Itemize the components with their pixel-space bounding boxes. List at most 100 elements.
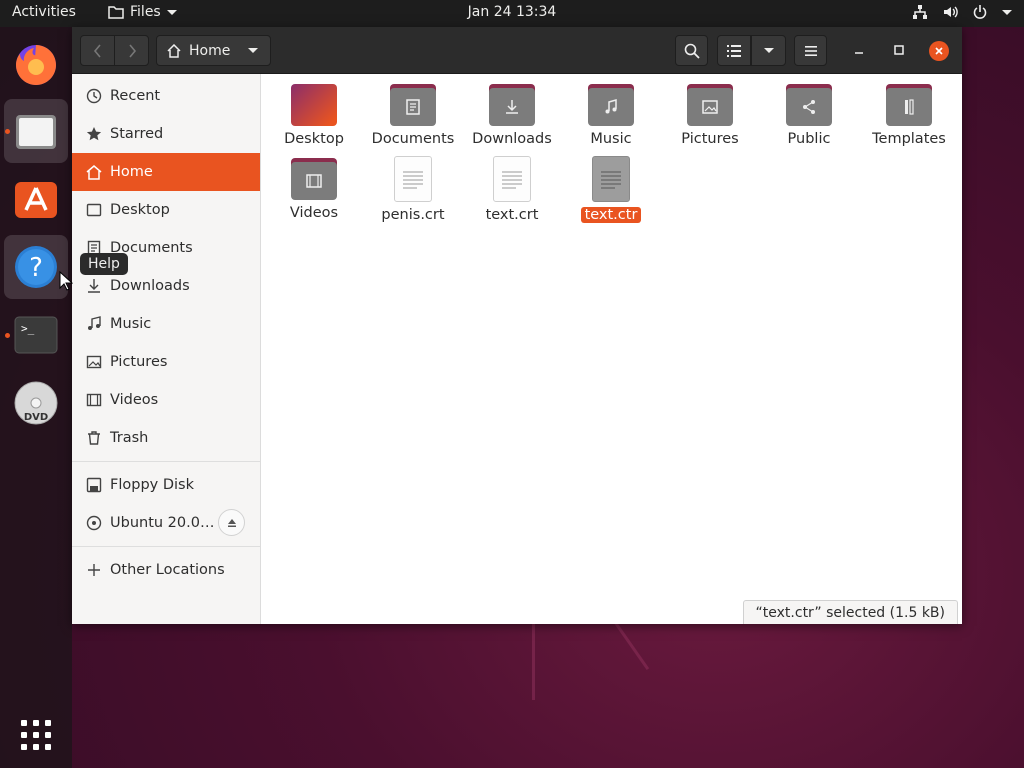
minimize-button[interactable] <box>852 43 866 57</box>
activities-button[interactable]: Activities <box>12 4 76 20</box>
sidebar-item-label: Trash <box>110 430 149 446</box>
file-item-music[interactable]: Music <box>566 84 656 147</box>
chevron-right-icon <box>128 43 136 58</box>
chevron-down-icon <box>763 48 774 53</box>
music-icon <box>85 315 103 333</box>
dock-firefox[interactable] <box>4 31 68 95</box>
text-file-icon <box>493 156 531 202</box>
chevron-down-icon <box>1002 9 1012 15</box>
ubuntu-software-icon <box>15 182 57 218</box>
file-label: penis.crt <box>381 207 445 223</box>
sidebar-item-label: Starred <box>110 126 164 142</box>
sidebar-item-other-locations[interactable]: Other Locations <box>72 551 260 589</box>
file-item-text-crt[interactable]: text.crt <box>467 156 557 223</box>
file-item-pictures[interactable]: Pictures <box>665 84 755 147</box>
file-label: Desktop <box>284 131 344 147</box>
templates-folder-icon <box>886 84 932 126</box>
svg-text:DVD: DVD <box>24 412 48 423</box>
chevron-down-icon <box>166 9 177 15</box>
close-icon <box>935 47 943 55</box>
file-label: Music <box>590 131 632 147</box>
svg-text:>_: >_ <box>21 322 35 335</box>
file-item-downloads[interactable]: Downloads <box>467 84 557 147</box>
files-icon <box>16 115 56 149</box>
volume-icon <box>944 6 958 18</box>
file-item-public[interactable]: Public <box>764 84 854 147</box>
folder-icon <box>108 6 124 19</box>
sidebar-item-desktop[interactable]: Desktop <box>72 191 260 229</box>
power-icon <box>973 5 987 19</box>
back-button[interactable] <box>80 35 115 66</box>
file-item-desktop[interactable]: Desktop <box>269 84 359 147</box>
view-options-button[interactable] <box>751 35 786 66</box>
search-button[interactable] <box>675 35 708 66</box>
system-tray[interactable] <box>912 4 1012 20</box>
music-folder-icon <box>588 84 634 126</box>
dock-tooltip: Help <box>80 253 128 275</box>
path-bar-home[interactable]: Home <box>156 35 271 66</box>
pictures-folder-icon <box>687 84 733 126</box>
sidebar-item-home[interactable]: Home <box>72 153 260 191</box>
sidebar-item-label: Other Locations <box>110 562 225 578</box>
file-label: Pictures <box>681 131 739 147</box>
sidebar-item-pictures[interactable]: Pictures <box>72 343 260 381</box>
sidebar-item-floppy-disk[interactable]: Floppy Disk <box>72 466 260 504</box>
dock-files[interactable] <box>4 99 68 163</box>
selection-status: “text.ctr” selected (1.5 kB) <box>742 600 958 624</box>
sidebar-item-starred[interactable]: Starred <box>72 115 260 153</box>
network-icon <box>913 5 927 19</box>
file-item-templates[interactable]: Templates <box>864 84 954 147</box>
trash-icon <box>85 429 103 447</box>
sidebar-item-music[interactable]: Music <box>72 305 260 343</box>
sidebar-item-recent[interactable]: Recent <box>72 77 260 115</box>
maximize-icon <box>894 45 904 55</box>
app-grid-icon <box>21 720 51 750</box>
plus-icon <box>85 561 103 579</box>
wallpaper-line <box>612 620 650 671</box>
minimize-icon <box>855 52 863 54</box>
wallpaper-line <box>532 620 535 700</box>
videos-folder-icon <box>291 158 337 200</box>
maximize-button[interactable] <box>892 43 906 57</box>
forward-button[interactable] <box>114 35 149 66</box>
sidebar-item-videos[interactable]: Videos <box>72 381 260 419</box>
dock-terminal[interactable]: >_ <box>4 303 68 367</box>
sidebar-item-label: Home <box>110 164 153 180</box>
file-item-text-ctr[interactable]: text.ctr <box>566 156 656 223</box>
sidebar-item-label: Desktop <box>110 202 170 218</box>
file-item-documents[interactable]: Documents <box>368 84 458 147</box>
desktop-icon <box>85 201 103 219</box>
file-grid: Desktop Documents Downloads Music Pictur… <box>261 74 962 624</box>
clock[interactable]: Jan 24 13:34 <box>468 4 557 20</box>
sidebar-item-label: Floppy Disk <box>110 477 194 493</box>
list-view-icon <box>727 44 741 57</box>
running-indicator <box>5 129 10 134</box>
dock-ubuntu-software[interactable] <box>4 167 68 231</box>
download-icon <box>85 277 103 295</box>
dock: ? >_ DVD <box>0 27 72 768</box>
files-window: Home Recent Starred Home Desktop Documen… <box>72 27 962 624</box>
sidebar-item-label: Videos <box>110 392 159 408</box>
home-icon <box>85 163 103 181</box>
public-folder-icon <box>786 84 832 126</box>
file-label: Documents <box>371 131 455 147</box>
show-applications-button[interactable] <box>4 703 68 767</box>
firefox-icon <box>16 45 56 85</box>
sidebar-item-label: Music <box>110 316 152 332</box>
file-label: Public <box>787 131 831 147</box>
video-icon <box>85 391 103 409</box>
list-view-button[interactable] <box>717 35 751 66</box>
app-menu[interactable]: Files <box>108 4 177 20</box>
sidebar-item-trash[interactable]: Trash <box>72 419 260 457</box>
close-button[interactable] <box>929 41 949 61</box>
eject-button[interactable] <box>218 509 245 536</box>
star-icon <box>85 125 103 143</box>
home-icon <box>167 43 181 58</box>
dock-dvd[interactable]: DVD <box>4 371 68 435</box>
sidebar-item-label: Ubuntu 20.0… <box>110 515 215 531</box>
file-item-penis-crt[interactable]: penis.crt <box>368 156 458 223</box>
file-item-videos[interactable]: Videos <box>269 158 359 221</box>
menu-button[interactable] <box>794 35 827 66</box>
downloads-folder-icon <box>489 84 535 126</box>
sidebar-item-label: Downloads <box>110 278 190 294</box>
